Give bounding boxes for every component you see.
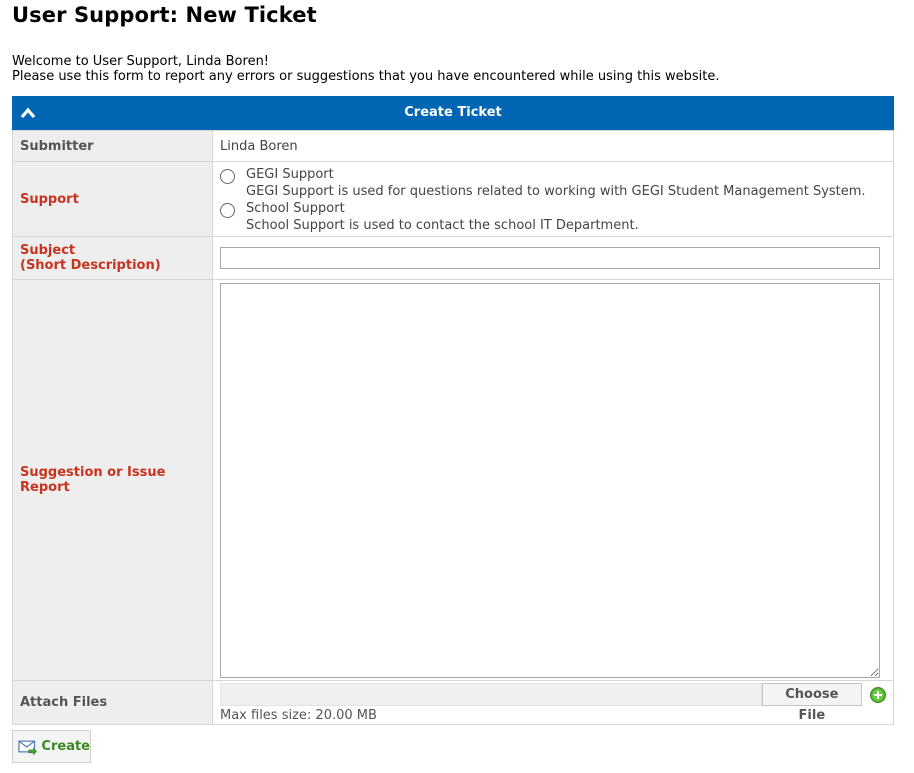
subject-cell xyxy=(212,236,894,280)
gegi-support-label[interactable]: GEGI Support xyxy=(246,166,866,183)
file-name-field[interactable] xyxy=(220,683,762,706)
file-picker: Choose File xyxy=(220,683,886,723)
welcome-message: Welcome to User Support, Linda Boren! xyxy=(12,54,270,69)
submitter-row: Submitter Linda Boren xyxy=(12,130,894,162)
choose-file-button[interactable]: Choose File xyxy=(761,683,863,723)
issue-textarea[interactable] xyxy=(220,282,880,678)
school-support-label[interactable]: School Support xyxy=(246,200,639,217)
create-ticket-panel: Create Ticket Submitter Linda Boren Supp… xyxy=(12,96,894,725)
submitter-label: Submitter xyxy=(12,130,213,162)
submitter-value: Linda Boren xyxy=(212,130,894,162)
issue-cell xyxy=(212,279,894,681)
issue-label: Suggestion or Issue Report xyxy=(12,279,213,681)
max-file-size-note: Max files size: 20.00 MB xyxy=(220,708,377,723)
page: User Support: New Ticket Welcome to User… xyxy=(0,0,914,773)
gegi-support-description: GEGI Support is used for questions relat… xyxy=(246,183,866,199)
create-button[interactable]: Create xyxy=(12,730,91,763)
support-label: Support xyxy=(12,161,213,237)
issue-row: Suggestion or Issue Report xyxy=(12,279,894,681)
page-title: User Support: New Ticket xyxy=(12,3,317,27)
support-option-school: School Support School Support is used to… xyxy=(220,200,886,234)
panel-title: Create Ticket xyxy=(404,105,502,120)
subject-input[interactable] xyxy=(220,247,880,269)
subject-label: Subject (Short Description) xyxy=(12,236,213,280)
instructions-text: Please use this form to report any error… xyxy=(12,69,720,84)
mail-send-icon xyxy=(18,740,37,756)
subject-label-line2: (Short Description) xyxy=(20,258,161,273)
chevron-up-icon[interactable] xyxy=(20,107,36,119)
attach-files-label: Attach Files xyxy=(12,680,213,725)
school-support-description: School Support is used to contact the sc… xyxy=(246,217,639,233)
school-support-radio[interactable] xyxy=(220,202,235,218)
subject-label-line1: Subject xyxy=(20,243,76,258)
intro-text: Welcome to User Support, Linda Boren! Pl… xyxy=(12,54,719,84)
support-row: Support GEGI Support GEGI Support is use… xyxy=(12,161,894,237)
ticket-form: Submitter Linda Boren Support GEGI Suppo… xyxy=(12,130,894,725)
create-button-label: Create xyxy=(41,739,90,754)
support-option-gegi: GEGI Support GEGI Support is used for qu… xyxy=(220,166,886,200)
add-circle-icon[interactable] xyxy=(870,686,886,703)
support-options: GEGI Support GEGI Support is used for qu… xyxy=(212,161,894,237)
attach-row: Attach Files Choose File Max files size:… xyxy=(12,680,894,725)
gegi-support-radio[interactable] xyxy=(220,168,235,184)
subject-row: Subject (Short Description) xyxy=(12,236,894,280)
panel-header[interactable]: Create Ticket xyxy=(12,96,894,130)
attach-files-cell: Choose File Max files size: 20.00 MB xyxy=(212,680,894,725)
